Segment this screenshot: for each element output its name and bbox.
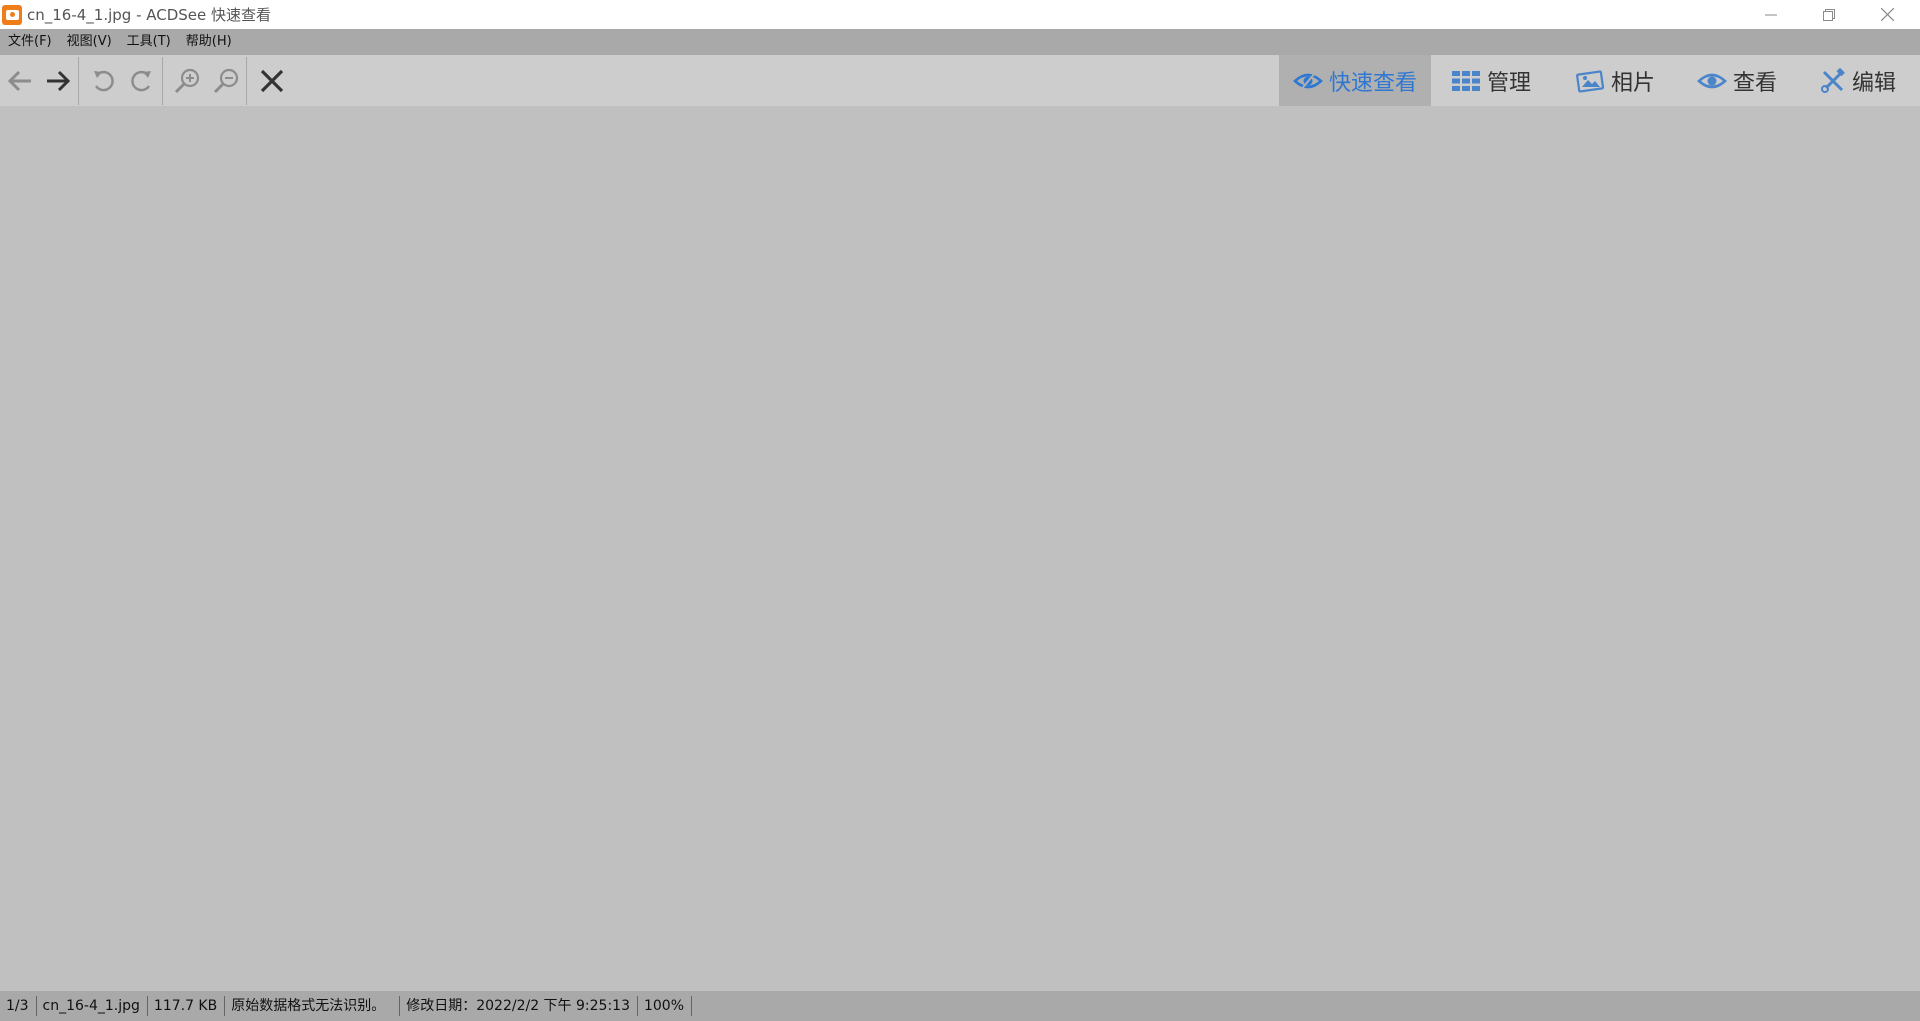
tab-edit[interactable]: 编辑 (1820, 55, 1896, 106)
tab-view-label: 查看 (1733, 70, 1778, 96)
menu-help[interactable]: 帮助(H) (178, 29, 239, 55)
toolbar-separator (246, 57, 247, 105)
tab-manage-label: 管理 (1487, 70, 1532, 96)
rotate-left-button[interactable] (86, 64, 119, 97)
status-filesize: 117.7 KB (148, 996, 226, 1016)
menu-tools[interactable]: 工具(T) (119, 29, 178, 55)
tab-quick-view-label: 快速查看 (1329, 70, 1418, 96)
zoom-out-button[interactable] (209, 64, 242, 97)
restore-icon (1823, 8, 1835, 21)
minimize-button[interactable] (1742, 0, 1800, 29)
acdsee-icon (2, 5, 22, 25)
zoom-in-button[interactable] (170, 64, 203, 97)
close-window-button[interactable] (1858, 0, 1916, 29)
status-filename: cn_16-4_1.jpg (37, 996, 148, 1016)
menu-file[interactable]: 文件(F) (0, 29, 59, 55)
edit-tools-icon (1821, 67, 1845, 93)
back-arrow-icon (7, 70, 31, 91)
tab-quick-view[interactable]: 快速查看 (1279, 55, 1431, 106)
toolbar-separator (78, 57, 79, 105)
status-message: 原始数据格式无法识别。 (225, 996, 401, 1016)
image-viewer-area[interactable] (0, 106, 1920, 991)
tab-manage[interactable]: 管理 (1451, 55, 1531, 106)
tab-view[interactable]: 查看 (1697, 55, 1777, 106)
minimize-icon (1765, 14, 1777, 15)
forward-arrow-icon (46, 70, 70, 91)
forward-button[interactable] (41, 64, 74, 97)
eye-icon (1697, 73, 1727, 88)
status-bar: 1/3 cn_16-4_1.jpg 117.7 KB 原始数据格式无法识别。 修… (0, 991, 1920, 1021)
status-zoom: 100% (638, 996, 693, 1016)
zoom-out-icon (213, 68, 238, 93)
title-bar: cn_16-4_1.jpg - ACDSee 快速查看 (0, 0, 1920, 29)
eye-quick-icon (1293, 71, 1323, 92)
tab-photos-label: 相片 (1611, 70, 1656, 96)
window-title: cn_16-4_1.jpg - ACDSee 快速查看 (27, 6, 272, 24)
tab-photos[interactable]: 相片 (1575, 55, 1655, 106)
back-button[interactable] (3, 64, 36, 97)
zoom-in-icon (174, 68, 199, 93)
photo-icon (1576, 69, 1605, 93)
status-modified-date: 修改日期：2022/2/2 下午 9:25:13 (400, 996, 638, 1016)
close-image-button[interactable] (255, 64, 288, 97)
restore-button[interactable] (1800, 0, 1858, 29)
rotate-right-icon (130, 70, 151, 91)
status-image-index: 1/3 (0, 996, 37, 1016)
toolbar: 快速查看 管理 相片 查看 编辑 (0, 55, 1920, 106)
tab-edit-label: 编辑 (1852, 70, 1897, 96)
menu-bar: 文件(F) 视图(V) 工具(T) 帮助(H) (0, 29, 1920, 55)
toolbar-separator (162, 57, 163, 105)
rotate-left-icon (93, 70, 114, 91)
close-icon (260, 69, 283, 92)
rotate-right-button[interactable] (125, 64, 158, 97)
menu-view[interactable]: 视图(V) (59, 29, 119, 55)
grid-icon (1452, 70, 1480, 91)
close-window-icon (1880, 8, 1894, 21)
